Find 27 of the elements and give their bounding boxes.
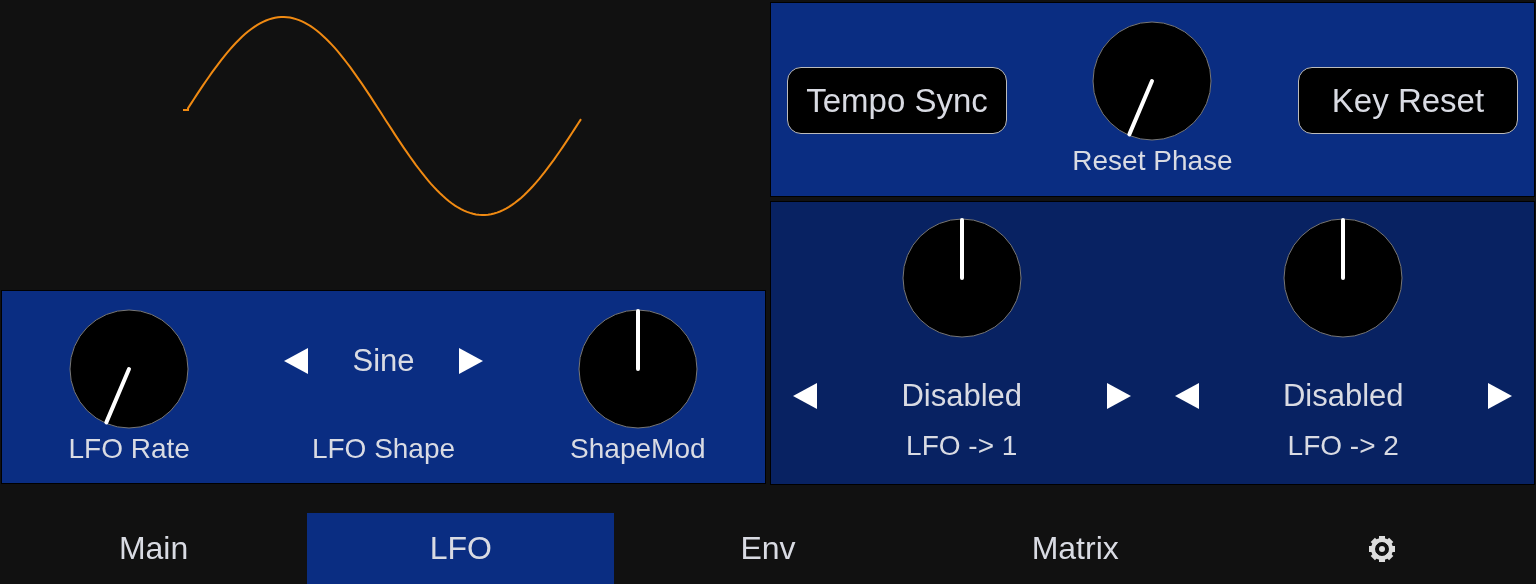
tab[interactable]: Matrix bbox=[921, 513, 1229, 584]
right-triangle-icon[interactable] bbox=[1106, 383, 1131, 409]
knob[interactable] bbox=[1281, 216, 1406, 340]
knob[interactable] bbox=[575, 307, 700, 431]
control-label: LFO Rate bbox=[68, 432, 190, 466]
left-triangle-icon[interactable] bbox=[1174, 383, 1199, 409]
control-label: LFO -> 1 bbox=[906, 429, 1018, 463]
toggle-button[interactable]: Key Reset bbox=[1298, 67, 1518, 134]
selector-value: Disabled bbox=[901, 378, 1023, 414]
right-triangle-icon[interactable] bbox=[458, 348, 483, 374]
settings-icon bbox=[1368, 534, 1397, 563]
right-triangle-icon[interactable] bbox=[1488, 383, 1512, 409]
tab[interactable]: LFO bbox=[307, 513, 615, 584]
left-triangle-icon[interactable] bbox=[793, 383, 817, 409]
knob[interactable] bbox=[899, 216, 1024, 340]
control-label: Reset Phase bbox=[1072, 144, 1233, 178]
tab[interactable]: Main bbox=[0, 513, 308, 584]
selector-value: Disabled bbox=[1282, 378, 1404, 414]
control-label: LFO Shape bbox=[311, 432, 456, 466]
selector-value: Sine bbox=[352, 343, 415, 379]
left-triangle-icon[interactable] bbox=[284, 348, 309, 374]
knob[interactable] bbox=[1090, 19, 1215, 143]
control-label: LFO -> 2 bbox=[1287, 429, 1399, 463]
tab[interactable]: Env bbox=[614, 513, 922, 584]
control-label: ShapeMod bbox=[570, 432, 706, 466]
toggle-button[interactable]: Tempo Sync bbox=[787, 67, 1007, 134]
knob[interactable] bbox=[67, 307, 192, 431]
